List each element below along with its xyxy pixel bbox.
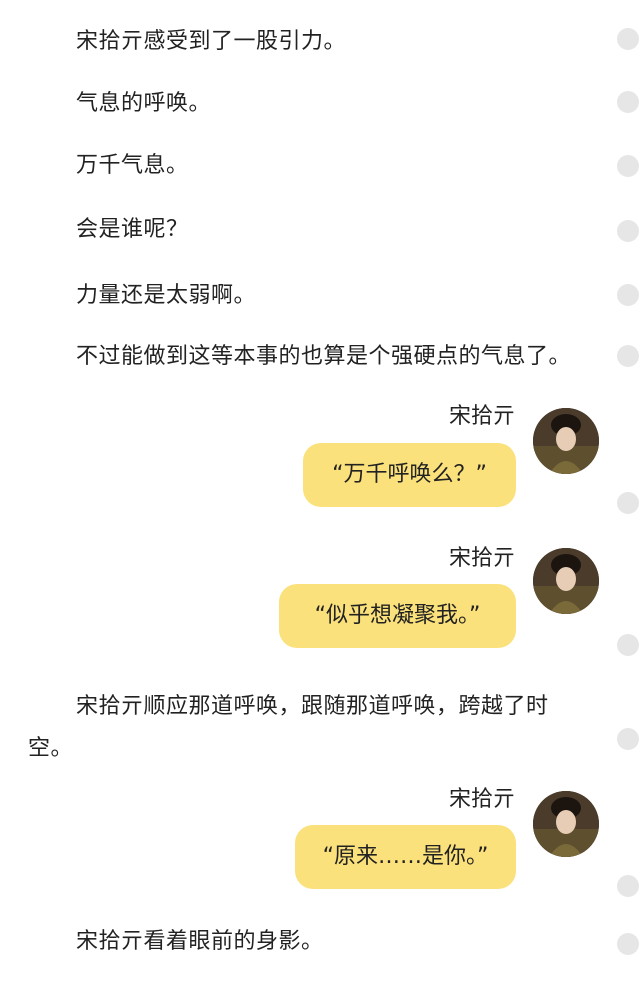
comment-dot-icon[interactable] xyxy=(617,220,639,242)
comment-dot-icon[interactable] xyxy=(617,345,639,367)
speaker-name: 宋拾亓 xyxy=(448,404,515,429)
comment-dot-icon[interactable] xyxy=(617,492,639,514)
avatar-portrait-icon xyxy=(533,548,599,614)
story-paragraph: 力量还是太弱啊。 xyxy=(76,283,257,308)
comment-dot-icon[interactable] xyxy=(617,28,639,50)
speaker-avatar[interactable] xyxy=(533,548,599,614)
speaker-name: 宋拾亓 xyxy=(448,546,515,571)
story-paragraph: 不过能做到这等本事的也算是个强硬点的气息了。 xyxy=(76,344,572,369)
speaker-avatar[interactable] xyxy=(533,408,599,474)
story-paragraph: 气息的呼唤。 xyxy=(76,91,212,116)
avatar-portrait-icon xyxy=(533,791,599,857)
comment-dot-icon[interactable] xyxy=(617,634,639,656)
comment-dot-icon[interactable] xyxy=(617,91,639,113)
avatar-portrait-icon xyxy=(533,408,599,474)
story-paragraph: 会是谁呢？ xyxy=(76,217,189,242)
story-paragraph: 宋拾亓感受到了一股引力。 xyxy=(76,29,347,54)
speaker-name: 宋拾亓 xyxy=(448,787,515,812)
story-paragraph: 宋拾亓看着眼前的身影。 xyxy=(76,929,324,954)
comment-dot-icon[interactable] xyxy=(617,728,639,750)
chat-bubble: “原来……是你。” xyxy=(295,825,516,889)
chat-bubble: “万千呼唤么？” xyxy=(303,443,516,507)
comment-dot-icon[interactable] xyxy=(617,284,639,306)
story-paragraph: 万千气息。 xyxy=(76,153,189,178)
speaker-avatar[interactable] xyxy=(533,791,599,857)
comment-dot-icon[interactable] xyxy=(617,155,639,177)
story-paragraph: 宋拾亓顺应那道呼唤，跟随那道呼唤，跨越了时空。 xyxy=(28,694,549,761)
chat-bubble: “似乎想凝聚我。” xyxy=(279,584,516,648)
comment-dot-icon[interactable] xyxy=(617,933,639,955)
comment-dot-icon[interactable] xyxy=(617,875,639,897)
